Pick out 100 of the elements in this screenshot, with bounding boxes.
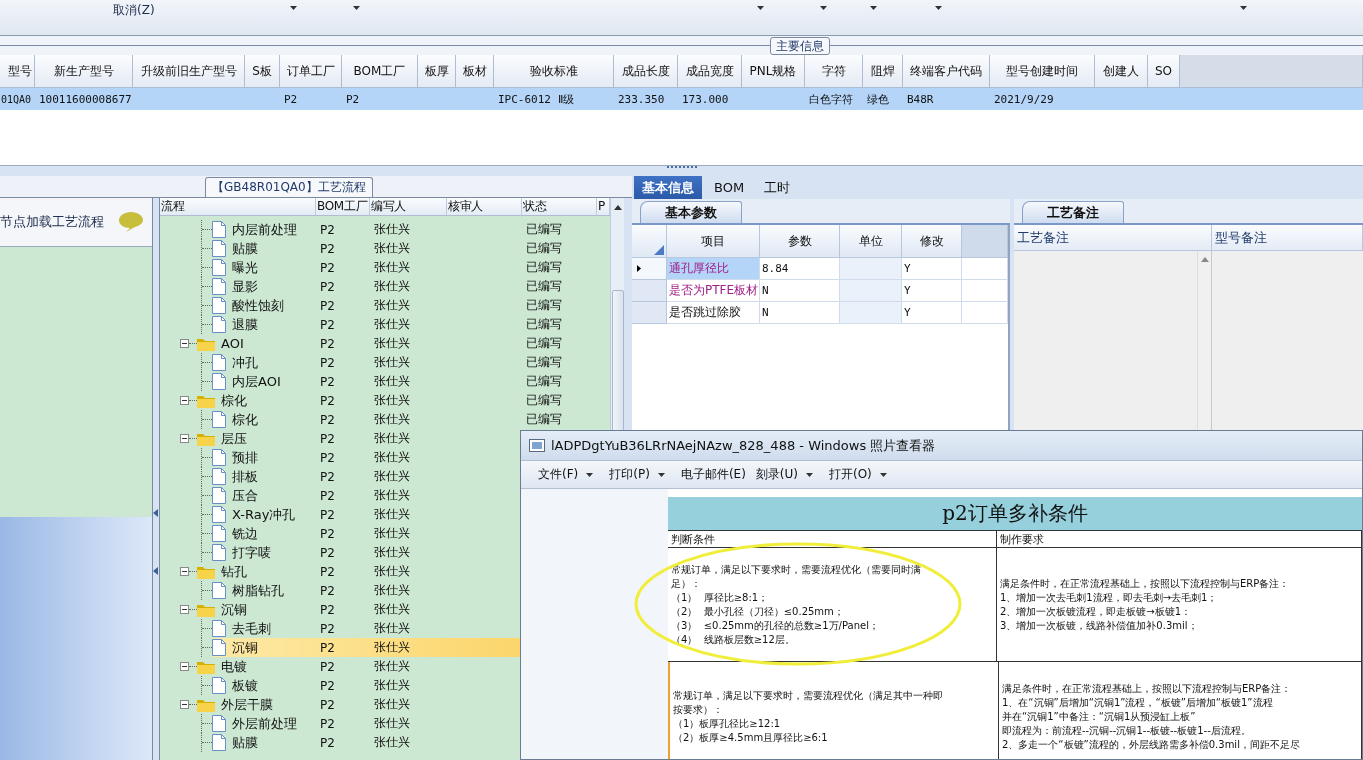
tab[interactable]: 工时 — [756, 176, 799, 199]
tree-row[interactable]: 压合 P2 张仕兴 — [160, 486, 610, 505]
column-header[interactable]: 成品长度 — [614, 55, 678, 88]
scroll-up-icon[interactable] — [613, 205, 622, 210]
table-cell-text: P2 — [319, 545, 336, 560]
tree-row[interactable]: 棕化 P2 张仕兴 已编写 — [160, 391, 610, 410]
expand-toggle[interactable] — [180, 339, 189, 348]
tree-row[interactable]: 外层干膜 P2 张仕兴 — [160, 695, 610, 714]
menu-item[interactable]: 刻录(U) — [755, 466, 798, 483]
expand-toggle[interactable] — [180, 396, 189, 405]
tab[interactable]: 基本参数 — [640, 201, 742, 223]
cancel-menu-item[interactable]: 取消(Z) — [113, 2, 155, 19]
column-header[interactable]: 流程 — [160, 198, 316, 215]
column-header[interactable]: S板 — [245, 55, 280, 88]
column-header[interactable]: 成品宽度 — [678, 55, 742, 88]
table-cell-text: 已编写 — [525, 335, 563, 352]
tree-row[interactable]: 显影 P2 张仕兴 已编写 — [160, 277, 610, 296]
tree-row[interactable]: 电镀 P2 张仕兴 — [160, 657, 610, 676]
caret-icon[interactable] — [353, 6, 360, 10]
tree-row[interactable]: 树脂钻孔 P2 张仕兴 — [160, 581, 610, 600]
menu-item[interactable]: 打印(P) — [609, 466, 650, 483]
column-header[interactable]: 升级前旧生产型号 — [133, 55, 245, 88]
tree-row[interactable]: 退膜 P2 张仕兴 已编写 — [160, 315, 610, 334]
tree-row[interactable]: 贴膜 P2 张仕兴 — [160, 733, 610, 752]
expand-toggle[interactable] — [180, 605, 189, 614]
tree-row[interactable]: 贴膜 P2 张仕兴 已编写 — [160, 239, 610, 258]
column-header[interactable]: 板材 — [456, 55, 494, 88]
column-header[interactable]: BOM工厂 — [316, 198, 370, 215]
tree-node-label: 钻孔 — [221, 562, 247, 581]
tree-row[interactable]: 冲孔 P2 张仕兴 已编写 — [160, 353, 610, 372]
column-header[interactable]: 状态 — [522, 198, 597, 215]
column-header[interactable]: 核审人 — [447, 198, 522, 215]
caret-icon[interactable] — [870, 6, 877, 10]
tree-row[interactable]: 去毛刺 P2 张仕兴 — [160, 619, 610, 638]
tree-row[interactable]: 曝光 P2 张仕兴 已编写 — [160, 258, 610, 277]
tree-row[interactable]: 板镀 P2 张仕兴 — [160, 676, 610, 695]
column-header[interactable]: 修改 — [902, 225, 962, 258]
caret-icon[interactable] — [820, 6, 827, 10]
tree-row[interactable]: X-Ray冲孔 P2 张仕兴 — [160, 505, 610, 524]
column-header[interactable]: 型号 — [0, 55, 35, 88]
corner-header[interactable] — [632, 225, 667, 258]
column-header[interactable]: 单位 — [840, 225, 902, 258]
column-header[interactable]: 创建人 — [1095, 55, 1148, 88]
menu-item[interactable]: 打开(O) — [829, 466, 872, 483]
column-header[interactable]: 型号备注 — [1212, 225, 1363, 251]
column-header[interactable]: 阻焊 — [863, 55, 903, 88]
tree-row[interactable]: 酸性蚀刻 P2 张仕兴 已编写 — [160, 296, 610, 315]
caret-icon[interactable] — [586, 472, 594, 477]
column-header[interactable]: SO — [1148, 55, 1180, 88]
column-header[interactable]: 验收标准 — [494, 55, 614, 88]
tab[interactable]: BOM — [706, 176, 753, 199]
column-header[interactable]: PNL规格 — [742, 55, 805, 88]
expand-toggle[interactable] — [180, 434, 189, 443]
tree-row[interactable]: AOI P2 张仕兴 已编写 — [160, 334, 610, 353]
caret-icon[interactable] — [879, 472, 887, 477]
tree-row[interactable]: 铣边 P2 张仕兴 — [160, 524, 610, 543]
file-icon — [212, 297, 226, 314]
tree-row[interactable]: 外层前处理 P2 张仕兴 — [160, 714, 610, 733]
column-header[interactable]: 参数 — [760, 225, 840, 258]
menu-item[interactable]: 文件(F) — [538, 466, 579, 483]
column-header[interactable]: 型号创建时间 — [990, 55, 1095, 88]
text-line: 1、在“沉铜”后增加“沉铜1”流程，“板镀”后增加“板镀1”流程 — [1002, 696, 1273, 710]
tree-row[interactable]: 钻孔 P2 张仕兴 — [160, 562, 610, 581]
menu-item[interactable]: 电子邮件(E) — [680, 466, 746, 483]
tab[interactable]: 基本信息 — [634, 176, 702, 199]
column-header[interactable]: BOM工厂 — [342, 55, 418, 88]
tree-row[interactable]: 沉铜 P2 张仕兴 — [160, 600, 610, 619]
table-cell-text: 张仕兴 — [373, 240, 411, 257]
column-header: 判断条件 — [668, 531, 997, 547]
column-header[interactable]: 板厚 — [418, 55, 456, 88]
tab[interactable]: 工艺备注 — [1022, 201, 1124, 223]
caret-icon[interactable] — [657, 472, 665, 477]
text-line: （1）板厚孔径比≥12:1 — [673, 717, 781, 731]
expand-toggle[interactable] — [180, 567, 189, 576]
table-cell-text: P2 — [319, 450, 336, 465]
column-header[interactable]: 字符 — [805, 55, 863, 88]
column-header[interactable]: 工艺备注 — [1014, 225, 1212, 251]
expand-toggle[interactable] — [180, 662, 189, 671]
column-header[interactable]: 项目 — [667, 225, 760, 258]
collapse-arrow-icon[interactable] — [153, 567, 158, 575]
caret-icon[interactable] — [1240, 6, 1247, 10]
row-header[interactable] — [632, 258, 667, 280]
expand-toggle[interactable] — [180, 700, 189, 709]
file-icon — [212, 259, 226, 276]
panel-hint: 节点加载工艺流程 — [0, 213, 104, 231]
caret-icon[interactable] — [935, 6, 942, 10]
tree-row[interactable]: 内层AOI P2 张仕兴 已编写 — [160, 372, 610, 391]
caret-icon[interactable] — [757, 6, 764, 10]
column-header[interactable]: 订单工厂 — [280, 55, 342, 88]
caret-icon[interactable] — [290, 6, 297, 10]
collapse-arrow-icon[interactable] — [153, 509, 158, 517]
caret-icon[interactable] — [806, 472, 813, 477]
tree-row[interactable]: 棕化 P2 张仕兴 已编写 — [160, 410, 610, 429]
column-header[interactable]: 终端客户代码 — [903, 55, 990, 88]
tree-node-label: 退膜 — [232, 315, 258, 334]
tree-row[interactable]: 打字唛 P2 张仕兴 — [160, 543, 610, 562]
file-icon — [212, 316, 226, 333]
column-header[interactable]: 编写人 — [370, 198, 447, 215]
tree-row[interactable]: 内层前处理 P2 张仕兴 已编写 — [160, 220, 610, 239]
column-header[interactable]: 新生产型号 — [35, 55, 133, 88]
